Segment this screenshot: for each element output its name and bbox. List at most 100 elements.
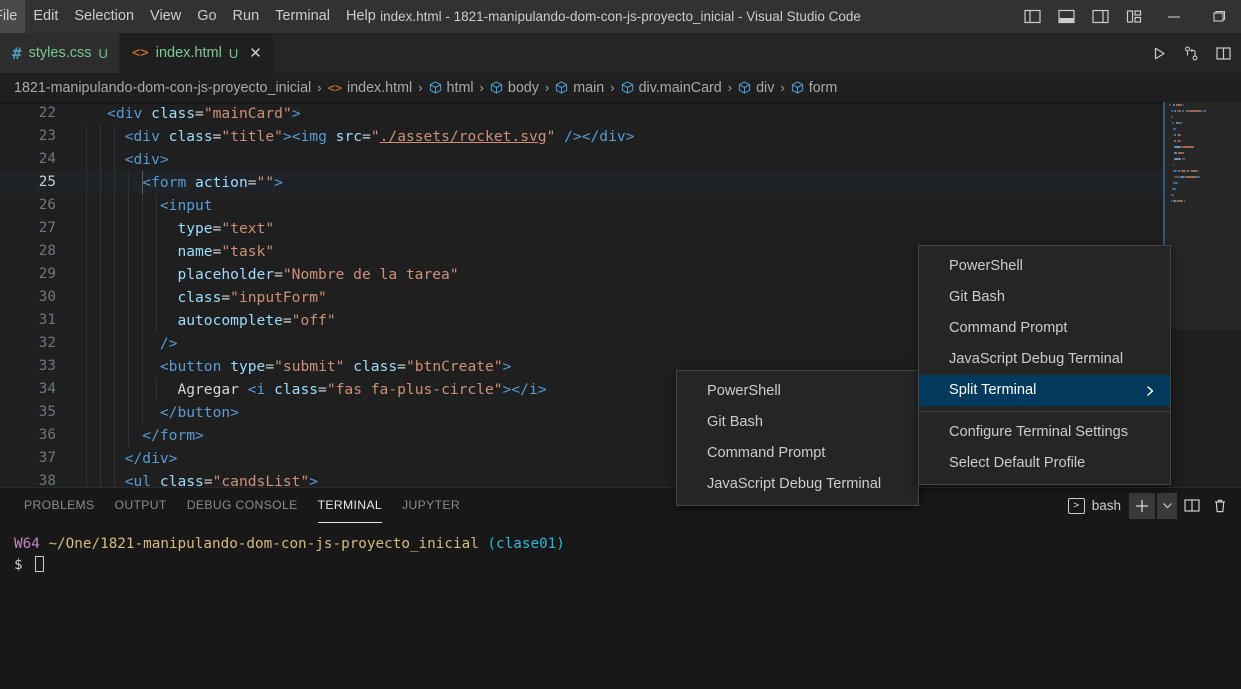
menu-run[interactable]: Run: [225, 0, 268, 33]
menu-help[interactable]: Help: [338, 0, 384, 33]
split-editor-icon[interactable]: [1207, 33, 1239, 73]
editor-tab-bar: # styles.css U <> index.html U ✕: [0, 33, 1241, 73]
menu-item-label: Command Prompt: [949, 320, 1068, 336]
menu-item-powershell[interactable]: PowerShell: [919, 251, 1170, 282]
menu-item-split-terminal[interactable]: Split Terminal: [919, 375, 1170, 406]
breadcrumb-item-div-mainCard[interactable]: div.mainCard: [621, 80, 722, 96]
terminal-context-menu[interactable]: PowerShell Git Bash Command Prompt JavaScri…: [918, 245, 1171, 485]
menu-item-git-bash[interactable]: Git Bash: [677, 407, 918, 438]
terminal-segment: ~/One/1821-manipulando-dom-con-js-proyec…: [48, 536, 488, 552]
maximize-button[interactable]: [1196, 0, 1241, 33]
code-text: placeholder="Nombre de la tarea": [177, 266, 459, 283]
line-number: 35: [38, 404, 56, 420]
breadcrumb-item-main[interactable]: main: [555, 80, 604, 96]
code-line[interactable]: 26 <input: [0, 194, 1241, 217]
code-text: </button>: [159, 404, 239, 421]
terminal-segment: W64: [14, 536, 49, 552]
minimap[interactable]: [1163, 102, 1241, 487]
code-line[interactable]: 24 <div>: [0, 148, 1241, 171]
kill-terminal-icon[interactable]: [1207, 493, 1233, 519]
line-number: 22: [38, 105, 56, 121]
menu-item-label: Split Terminal: [949, 382, 1037, 398]
line-number: 26: [38, 197, 56, 213]
line-number: 32: [38, 335, 56, 351]
close-icon[interactable]: ✕: [249, 46, 262, 61]
symbol-html-icon: [621, 81, 634, 94]
breadcrumb-item-body[interactable]: body: [490, 80, 539, 96]
menu-item-command-prompt[interactable]: Command Prompt: [919, 313, 1170, 344]
customize-layout-icon[interactable]: [1117, 0, 1151, 33]
menu-file[interactable]: File: [0, 0, 26, 33]
run-code-icon[interactable]: [1143, 33, 1175, 73]
menu-item-label: JavaScript Debug Terminal: [707, 476, 882, 492]
code-line[interactable]: 22 <div class="mainCard">: [0, 102, 1241, 125]
menu-item-label: Configure Terminal Settings: [949, 424, 1129, 440]
code-text: <div class="mainCard">: [107, 105, 301, 122]
panel-tab-jupyter[interactable]: JUPYTER: [392, 488, 470, 523]
line-number: 34: [38, 381, 56, 397]
code-text: </form>: [142, 427, 204, 444]
breadcrumb-item-form[interactable]: form: [791, 80, 837, 96]
menu-selection[interactable]: Selection: [66, 0, 142, 33]
code-line[interactable]: 27 type="text": [0, 217, 1241, 240]
active-terminal-chip[interactable]: > bash: [1062, 493, 1127, 519]
symbol-html-icon: [490, 81, 503, 94]
menu-item-powershell[interactable]: PowerShell: [677, 376, 918, 407]
code-line[interactable]: 23 <div class="title"><img src="./assets…: [0, 125, 1241, 148]
menu-item-label: Select Default Profile: [949, 455, 1086, 471]
breadcrumb-separator: ›: [610, 80, 615, 95]
split-source-control-icon[interactable]: [1175, 33, 1207, 73]
menu-item-label: JavaScript Debug Terminal: [949, 351, 1124, 367]
code-text: <ul class="candsList">: [124, 473, 319, 487]
editor-tab-styles-css[interactable]: # styles.css U: [0, 33, 120, 73]
breadcrumb-item-1821-manipulando-dom-con-js-proyecto_inicial[interactable]: 1821-manipulando-dom-con-js-proyecto_ini…: [14, 80, 311, 96]
breadcrumb-item-index-html[interactable]: <> index.html: [328, 80, 413, 96]
code-text: <div class="title"><img src="./assets/ro…: [124, 128, 635, 145]
menu-item-javascript-debug-terminal[interactable]: JavaScript Debug Terminal: [677, 469, 918, 500]
toggle-panel-icon[interactable]: [1049, 0, 1083, 33]
code-text: <div>: [124, 151, 169, 168]
symbol-html-icon: [738, 81, 751, 94]
menu-item-javascript-debug-terminal[interactable]: JavaScript Debug Terminal: [919, 344, 1170, 375]
split-terminal-submenu[interactable]: PowerShell Git Bash Command Prompt JavaScri…: [676, 370, 919, 506]
panel-tab-debug-console[interactable]: DEBUG CONSOLE: [177, 488, 308, 523]
breadcrumb-item-html[interactable]: html: [429, 80, 474, 96]
menu-edit[interactable]: Edit: [25, 0, 66, 33]
panel-tab-problems[interactable]: PROBLEMS: [14, 488, 105, 523]
code-text: <input: [159, 197, 213, 214]
menu-item-select-default-profile[interactable]: Select Default Profile: [919, 448, 1170, 479]
bottom-panel: PROBLEMS OUTPUT DEBUG CONSOLE TERMINAL JUPYT…: [0, 487, 1241, 689]
editor-tab-index-html[interactable]: <> index.html U ✕: [119, 33, 274, 73]
toggle-primary-sidebar-icon[interactable]: [1015, 0, 1049, 33]
breadcrumb-separator: ›: [418, 80, 423, 95]
panel-tab-terminal[interactable]: TERMINAL: [308, 488, 392, 523]
terminal-output[interactable]: W64 ~/One/1821-manipulando-dom-con-js-pr…: [0, 523, 1241, 689]
breadcrumb-separator: ›: [780, 80, 785, 95]
breadcrumb-label: div: [756, 79, 775, 96]
code-text: />: [159, 335, 178, 352]
panel-tab-output[interactable]: OUTPUT: [105, 488, 177, 523]
panel-actions: > bash: [1062, 488, 1233, 523]
terminal-profile-dropdown-icon[interactable]: [1157, 492, 1177, 519]
menu-view[interactable]: View: [142, 0, 189, 33]
terminal-name: bash: [1091, 498, 1121, 513]
line-number: 36: [38, 427, 56, 443]
breadcrumb-item-div[interactable]: div: [738, 80, 774, 96]
menu-go[interactable]: Go: [189, 0, 224, 33]
breadcrumb-label: index.html: [347, 79, 413, 96]
menu-item-command-prompt[interactable]: Command Prompt: [677, 438, 918, 469]
code-line[interactable]: 25 <form action="">: [0, 171, 1241, 194]
breadcrumb-label: body: [507, 79, 539, 96]
menu-separator: [919, 411, 1170, 412]
menu-item-label: Command Prompt: [707, 445, 826, 461]
minimize-button[interactable]: [1151, 0, 1196, 33]
split-terminal-icon[interactable]: [1179, 493, 1205, 519]
breadcrumb-label: div.mainCard: [638, 79, 722, 96]
toggle-secondary-sidebar-icon[interactable]: [1083, 0, 1117, 33]
menu-terminal[interactable]: Terminal: [267, 0, 338, 33]
menu-item-git-bash[interactable]: Git Bash: [919, 282, 1170, 313]
menu-item-configure-terminal-settings[interactable]: Configure Terminal Settings: [919, 417, 1170, 448]
new-terminal-icon[interactable]: [1129, 492, 1155, 519]
html-file-icon: <>: [131, 45, 149, 61]
minimap-line: [1163, 198, 1241, 204]
